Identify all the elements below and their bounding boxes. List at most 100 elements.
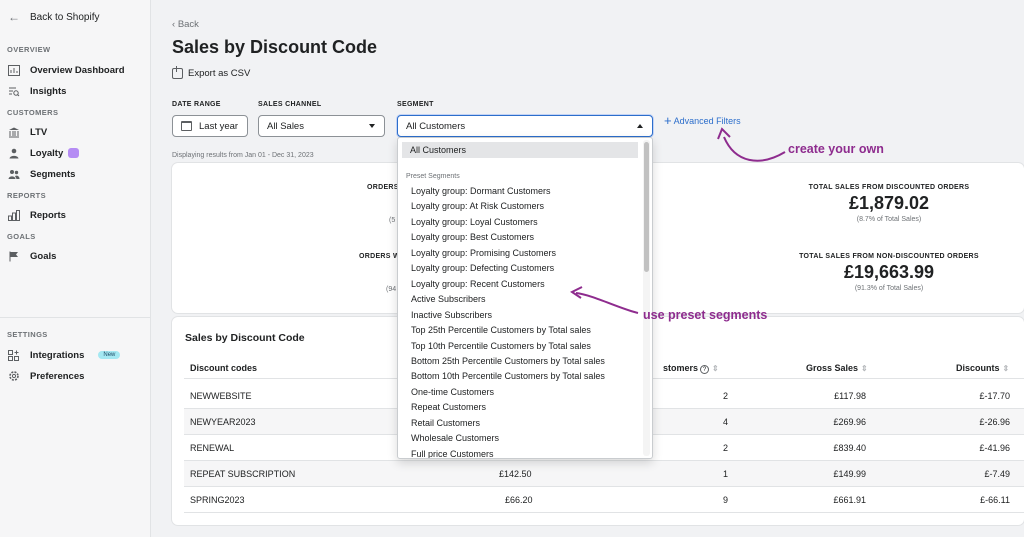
sidebar-item-goals[interactable]: Goals [7,249,56,263]
dropdown-option[interactable]: Active Subscribers [411,294,486,304]
cell-discounts: £-26.96 [979,417,1010,427]
cell-net: £66.20 [505,495,533,505]
back-link[interactable]: ‹ Back [172,19,199,30]
cell-discounts: £-17.70 [979,391,1010,401]
sidebar-item-loyalty[interactable]: Loyalty [7,146,80,160]
flag-icon [7,250,21,262]
annotation-create-your-own: create your own [788,142,884,156]
sidebar-item-reports[interactable]: Reports [7,208,66,222]
sidebar-item-preferences[interactable]: Preferences [7,369,84,383]
dropdown-option[interactable]: One-time Customers [411,387,494,397]
header-discounts-label: Discounts [956,363,1000,373]
dashboard-icon [7,64,21,76]
orders-w-sub: (94 [386,286,397,293]
chevron-left-icon: ‹ [172,19,176,30]
sidebar-label: Preferences [30,370,85,382]
annotation-use-preset-segments: use preset segments [643,308,768,322]
new-badge: New [98,351,121,359]
orders-w-label: ORDERS W [359,253,400,260]
integrations-icon [7,349,21,361]
sidebar-item-insights[interactable]: Insights [7,84,66,98]
date-range-value: Last year [199,120,239,132]
section-customers: CUSTOMERS [7,108,59,117]
export-csv-button[interactable]: Export as CSV [172,66,250,79]
dropdown-option[interactable]: Bottom 10th Percentile Customers by Tota… [411,371,605,381]
table-row[interactable]: SPRING2023 £66.20 9 £661.91 £-66.11 [184,487,1024,513]
cell-gross: £269.96 [833,417,866,427]
dropdown-option[interactable]: Wholesale Customers [411,433,499,443]
dropdown-option[interactable]: Inactive Subscribers [411,310,492,320]
sidebar-item-ltv[interactable]: LTV [7,125,47,139]
dropdown-option[interactable]: Loyalty group: Dormant Customers [411,186,551,196]
cell-code: REPEAT SUBSCRIPTION [190,469,296,479]
chevron-up-icon [637,124,643,128]
header-gross-sales[interactable]: Gross Sales ⇕ [806,363,868,373]
sidebar-divider [0,317,151,318]
export-icon [172,66,183,79]
dropdown-scrollbar[interactable] [644,142,649,272]
cell-discounts: £-66.11 [980,495,1010,505]
arrow-left-icon: ← [8,10,20,24]
cell-customers: 2 [722,443,728,453]
dropdown-option[interactable]: Full price Customers [411,449,494,458]
cell-gross: £661.91 [833,495,866,505]
section-reports: REPORTS [7,191,47,200]
section-overview: OVERVIEW [7,45,51,54]
chevron-down-icon [369,124,375,128]
discounted-sales-value: £1,879.02 [848,193,930,213]
back-to-shopify-link[interactable]: ← Back to Shopify [8,10,99,24]
cell-code: NEWYEAR2023 [190,417,256,427]
dropdown-option[interactable]: Loyalty group: Loyal Customers [411,217,538,227]
header-discount-codes[interactable]: Discount codes [190,363,257,373]
back-to-shopify-label: Back to Shopify [30,11,100,23]
cell-customers: 4 [722,417,728,427]
display-range-text: Displaying results from Jan 01 - Dec 31,… [172,152,314,159]
dropdown-option[interactable]: Bottom 25th Percentile Customers by Tota… [411,356,605,366]
dropdown-option[interactable]: Loyalty group: Recent Customers [411,279,545,289]
bar-chart-icon [7,209,21,221]
cell-code: SPRING2023 [190,495,245,505]
cell-net: £142.50 [499,469,532,479]
sidebar-item-integrations[interactable]: Integrations New [7,348,121,362]
dropdown-option[interactable]: Loyalty group: Best Customers [411,232,534,242]
header-discounts[interactable]: Discounts ⇕ [956,363,1009,373]
cell-customers: 1 [722,469,728,479]
dropdown-option[interactable]: Loyalty group: Defecting Customers [411,263,554,273]
header-customers-label: stomers [663,363,699,373]
preset-segments-arrow [570,286,639,314]
cell-customers: 2 [722,391,728,401]
dropdown-option[interactable]: Loyalty group: Promising Customers [411,248,556,258]
header-gross-label: Gross Sales [806,363,859,373]
calendar-icon [181,121,192,131]
segment-select[interactable]: All Customers [397,115,653,137]
sidebar-label: Overview Dashboard [30,64,125,76]
sidebar-label: Reports [30,209,66,221]
dropdown-option[interactable]: Retail Customers [411,418,480,428]
date-range-button[interactable]: Last year [172,115,248,137]
sidebar-label: Integrations [30,349,85,361]
dropdown-option-selected[interactable]: All Customers [402,142,638,158]
crown-icon [68,148,80,158]
dropdown-option[interactable]: Top 10th Percentile Customers by Total s… [411,341,591,351]
dropdown-option[interactable]: Top 25th Percentile Customers by Total s… [411,325,591,335]
sidebar-item-overview-dashboard[interactable]: Overview Dashboard [7,63,125,77]
back-label: Back [177,19,199,30]
dropdown-option[interactable]: Loyalty group: At Risk Customers [411,201,544,211]
help-icon: ? [700,365,710,374]
non-discounted-sales-sub: (91.3% of Total Sales) [854,285,924,292]
non-discounted-sales-value: £19,663.99 [843,262,935,282]
sidebar-label: Segments [30,168,76,180]
header-customers[interactable]: stomers? ⇕ [663,363,719,374]
date-range-label: DATE RANGE [172,101,221,108]
orders-label: ORDERS [367,184,399,191]
table-row[interactable]: REPEAT SUBSCRIPTION £142.50 1 £149.99 £-… [184,461,1024,487]
dropdown-option[interactable]: Repeat Customers [411,402,486,412]
sales-channel-value: All Sales [267,120,304,132]
sidebar-label: Loyalty [30,147,64,159]
sidebar-item-segments[interactable]: Segments [7,167,75,181]
sales-channel-select[interactable]: All Sales [258,115,385,137]
section-settings: SETTINGS [7,330,48,339]
sidebar-label: Insights [30,85,67,97]
cell-code: NEWWEBSITE [190,391,252,401]
create-own-arrow [717,127,786,162]
